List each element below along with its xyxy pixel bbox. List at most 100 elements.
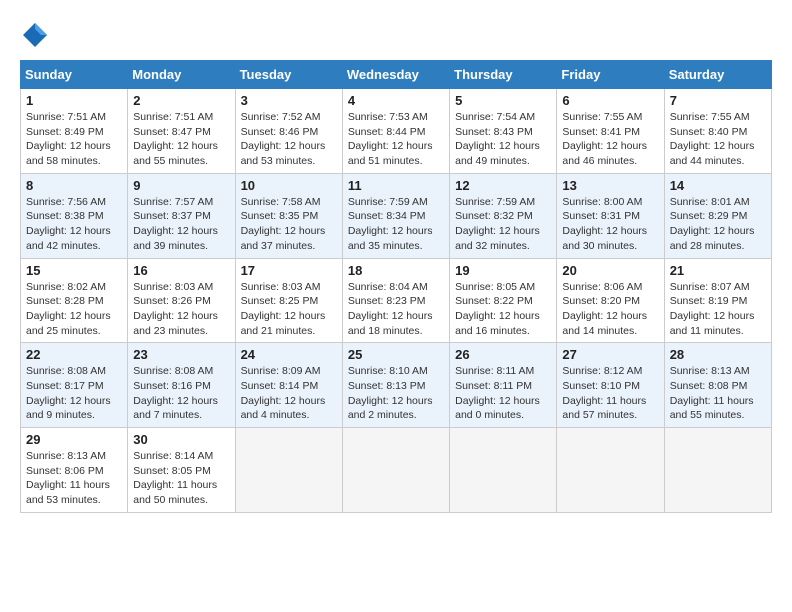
calendar-cell: 6 Sunrise: 7:55 AM Sunset: 8:41 PM Daylig… <box>557 89 664 174</box>
day-number: 20 <box>562 263 658 278</box>
calendar-cell: 20Sunrise: 8:06 AM Sunset: 8:20 PM Dayli… <box>557 258 664 343</box>
calendar-cell: 30 Sunrise: 8:14 AM Sunset: 8:05 PM Dayli… <box>128 428 235 513</box>
weekday-header-row: SundayMondayTuesdayWednesdayThursdayFrid… <box>21 61 772 89</box>
day-number: 3 <box>241 93 337 108</box>
day-number: 10 <box>241 178 337 193</box>
day-info: Sunrise: 8:13 AM Sunset: 8:08 PM Dayligh… <box>670 364 766 423</box>
calendar-week-row-0: 1 Sunrise: 7:51 AM Sunset: 8:49 PM Daylig… <box>21 89 772 174</box>
calendar-cell <box>342 428 449 513</box>
day-info: Sunrise: 7:55 AM Sunset: 8:41 PM Dayligh… <box>562 110 658 169</box>
calendar-cell: 4 Sunrise: 7:53 AM Sunset: 8:44 PM Daylig… <box>342 89 449 174</box>
day-info: Sunrise: 8:07 AM Sunset: 8:19 PM Dayligh… <box>670 280 766 339</box>
day-number: 8 <box>26 178 122 193</box>
day-number: 16 <box>133 263 229 278</box>
calendar-cell <box>235 428 342 513</box>
day-number: 26 <box>455 347 551 362</box>
calendar-cell: 16 Sunrise: 8:03 AM Sunset: 8:26 PM Dayli… <box>128 258 235 343</box>
calendar-cell: 26 Sunrise: 8:11 AM Sunset: 8:11 PM Dayli… <box>450 343 557 428</box>
day-info: Sunrise: 8:08 AM Sunset: 8:17 PM Dayligh… <box>26 364 122 423</box>
weekday-header-friday: Friday <box>557 61 664 89</box>
logo-icon <box>20 20 50 50</box>
calendar-cell: 5 Sunrise: 7:54 AM Sunset: 8:43 PM Daylig… <box>450 89 557 174</box>
calendar-cell: 7 Sunrise: 7:55 AM Sunset: 8:40 PM Daylig… <box>664 89 771 174</box>
calendar-cell: 11Sunrise: 7:59 AM Sunset: 8:34 PM Dayli… <box>342 173 449 258</box>
day-info: Sunrise: 8:03 AM Sunset: 8:25 PM Dayligh… <box>241 280 337 339</box>
day-info: Sunrise: 8:14 AM Sunset: 8:05 PM Dayligh… <box>133 449 229 508</box>
day-number: 1 <box>26 93 122 108</box>
day-number: 28 <box>670 347 766 362</box>
day-info: Sunrise: 8:11 AM Sunset: 8:11 PM Dayligh… <box>455 364 551 423</box>
day-info: Sunrise: 8:09 AM Sunset: 8:14 PM Dayligh… <box>241 364 337 423</box>
day-info: Sunrise: 8:10 AM Sunset: 8:13 PM Dayligh… <box>348 364 444 423</box>
calendar-cell: 21 Sunrise: 8:07 AM Sunset: 8:19 PM Dayli… <box>664 258 771 343</box>
calendar-cell: 23Sunrise: 8:08 AM Sunset: 8:16 PM Dayli… <box>128 343 235 428</box>
calendar-cell: 13 Sunrise: 8:00 AM Sunset: 8:31 PM Dayli… <box>557 173 664 258</box>
day-info: Sunrise: 8:04 AM Sunset: 8:23 PM Dayligh… <box>348 280 444 339</box>
calendar-cell <box>450 428 557 513</box>
day-number: 30 <box>133 432 229 447</box>
day-info: Sunrise: 7:51 AM Sunset: 8:49 PM Dayligh… <box>26 110 122 169</box>
calendar-cell: 10Sunrise: 7:58 AM Sunset: 8:35 PM Dayli… <box>235 173 342 258</box>
calendar-cell <box>557 428 664 513</box>
day-info: Sunrise: 7:51 AM Sunset: 8:47 PM Dayligh… <box>133 110 229 169</box>
day-number: 22 <box>26 347 122 362</box>
day-number: 27 <box>562 347 658 362</box>
day-info: Sunrise: 8:01 AM Sunset: 8:29 PM Dayligh… <box>670 195 766 254</box>
day-number: 5 <box>455 93 551 108</box>
day-info: Sunrise: 7:53 AM Sunset: 8:44 PM Dayligh… <box>348 110 444 169</box>
day-info: Sunrise: 7:56 AM Sunset: 8:38 PM Dayligh… <box>26 195 122 254</box>
weekday-header-tuesday: Tuesday <box>235 61 342 89</box>
day-number: 24 <box>241 347 337 362</box>
calendar-cell: 14Sunrise: 8:01 AM Sunset: 8:29 PM Dayli… <box>664 173 771 258</box>
day-info: Sunrise: 8:03 AM Sunset: 8:26 PM Dayligh… <box>133 280 229 339</box>
day-info: Sunrise: 7:57 AM Sunset: 8:37 PM Dayligh… <box>133 195 229 254</box>
calendar-cell: 24 Sunrise: 8:09 AM Sunset: 8:14 PM Dayli… <box>235 343 342 428</box>
logo <box>20 20 54 50</box>
calendar-cell: 1 Sunrise: 7:51 AM Sunset: 8:49 PM Daylig… <box>21 89 128 174</box>
day-number: 29 <box>26 432 122 447</box>
day-number: 13 <box>562 178 658 193</box>
day-info: Sunrise: 8:05 AM Sunset: 8:22 PM Dayligh… <box>455 280 551 339</box>
day-info: Sunrise: 8:12 AM Sunset: 8:10 PM Dayligh… <box>562 364 658 423</box>
day-number: 17 <box>241 263 337 278</box>
day-number: 23 <box>133 347 229 362</box>
calendar-cell: 9 Sunrise: 7:57 AM Sunset: 8:37 PM Daylig… <box>128 173 235 258</box>
day-number: 9 <box>133 178 229 193</box>
calendar-cell: 2 Sunrise: 7:51 AM Sunset: 8:47 PM Daylig… <box>128 89 235 174</box>
calendar-cell: 3 Sunrise: 7:52 AM Sunset: 8:46 PM Daylig… <box>235 89 342 174</box>
weekday-header-saturday: Saturday <box>664 61 771 89</box>
weekday-header-monday: Monday <box>128 61 235 89</box>
day-number: 7 <box>670 93 766 108</box>
day-number: 15 <box>26 263 122 278</box>
day-number: 25 <box>348 347 444 362</box>
day-info: Sunrise: 8:13 AM Sunset: 8:06 PM Dayligh… <box>26 449 122 508</box>
day-number: 21 <box>670 263 766 278</box>
day-info: Sunrise: 8:02 AM Sunset: 8:28 PM Dayligh… <box>26 280 122 339</box>
day-info: Sunrise: 8:00 AM Sunset: 8:31 PM Dayligh… <box>562 195 658 254</box>
day-info: Sunrise: 7:59 AM Sunset: 8:32 PM Dayligh… <box>455 195 551 254</box>
calendar-cell: 12 Sunrise: 7:59 AM Sunset: 8:32 PM Dayli… <box>450 173 557 258</box>
day-info: Sunrise: 7:54 AM Sunset: 8:43 PM Dayligh… <box>455 110 551 169</box>
calendar-week-row-4: 29 Sunrise: 8:13 AM Sunset: 8:06 PM Dayli… <box>21 428 772 513</box>
day-number: 2 <box>133 93 229 108</box>
calendar-cell <box>664 428 771 513</box>
calendar-cell: 25 Sunrise: 8:10 AM Sunset: 8:13 PM Dayli… <box>342 343 449 428</box>
weekday-header-wednesday: Wednesday <box>342 61 449 89</box>
calendar-cell: 17 Sunrise: 8:03 AM Sunset: 8:25 PM Dayli… <box>235 258 342 343</box>
day-number: 12 <box>455 178 551 193</box>
calendar-week-row-1: 8 Sunrise: 7:56 AM Sunset: 8:38 PM Daylig… <box>21 173 772 258</box>
calendar-cell: 19Sunrise: 8:05 AM Sunset: 8:22 PM Dayli… <box>450 258 557 343</box>
calendar-cell: 8 Sunrise: 7:56 AM Sunset: 8:38 PM Daylig… <box>21 173 128 258</box>
calendar-cell: 28 Sunrise: 8:13 AM Sunset: 8:08 PM Dayli… <box>664 343 771 428</box>
day-info: Sunrise: 7:52 AM Sunset: 8:46 PM Dayligh… <box>241 110 337 169</box>
day-info: Sunrise: 7:59 AM Sunset: 8:34 PM Dayligh… <box>348 195 444 254</box>
weekday-header-sunday: Sunday <box>21 61 128 89</box>
day-number: 4 <box>348 93 444 108</box>
weekday-header-thursday: Thursday <box>450 61 557 89</box>
calendar-table: SundayMondayTuesdayWednesdayThursdayFrid… <box>20 60 772 513</box>
day-info: Sunrise: 7:55 AM Sunset: 8:40 PM Dayligh… <box>670 110 766 169</box>
calendar-cell: 27 Sunrise: 8:12 AM Sunset: 8:10 PM Dayli… <box>557 343 664 428</box>
header <box>20 20 772 50</box>
calendar-week-row-3: 22 Sunrise: 8:08 AM Sunset: 8:17 PM Dayli… <box>21 343 772 428</box>
day-number: 6 <box>562 93 658 108</box>
